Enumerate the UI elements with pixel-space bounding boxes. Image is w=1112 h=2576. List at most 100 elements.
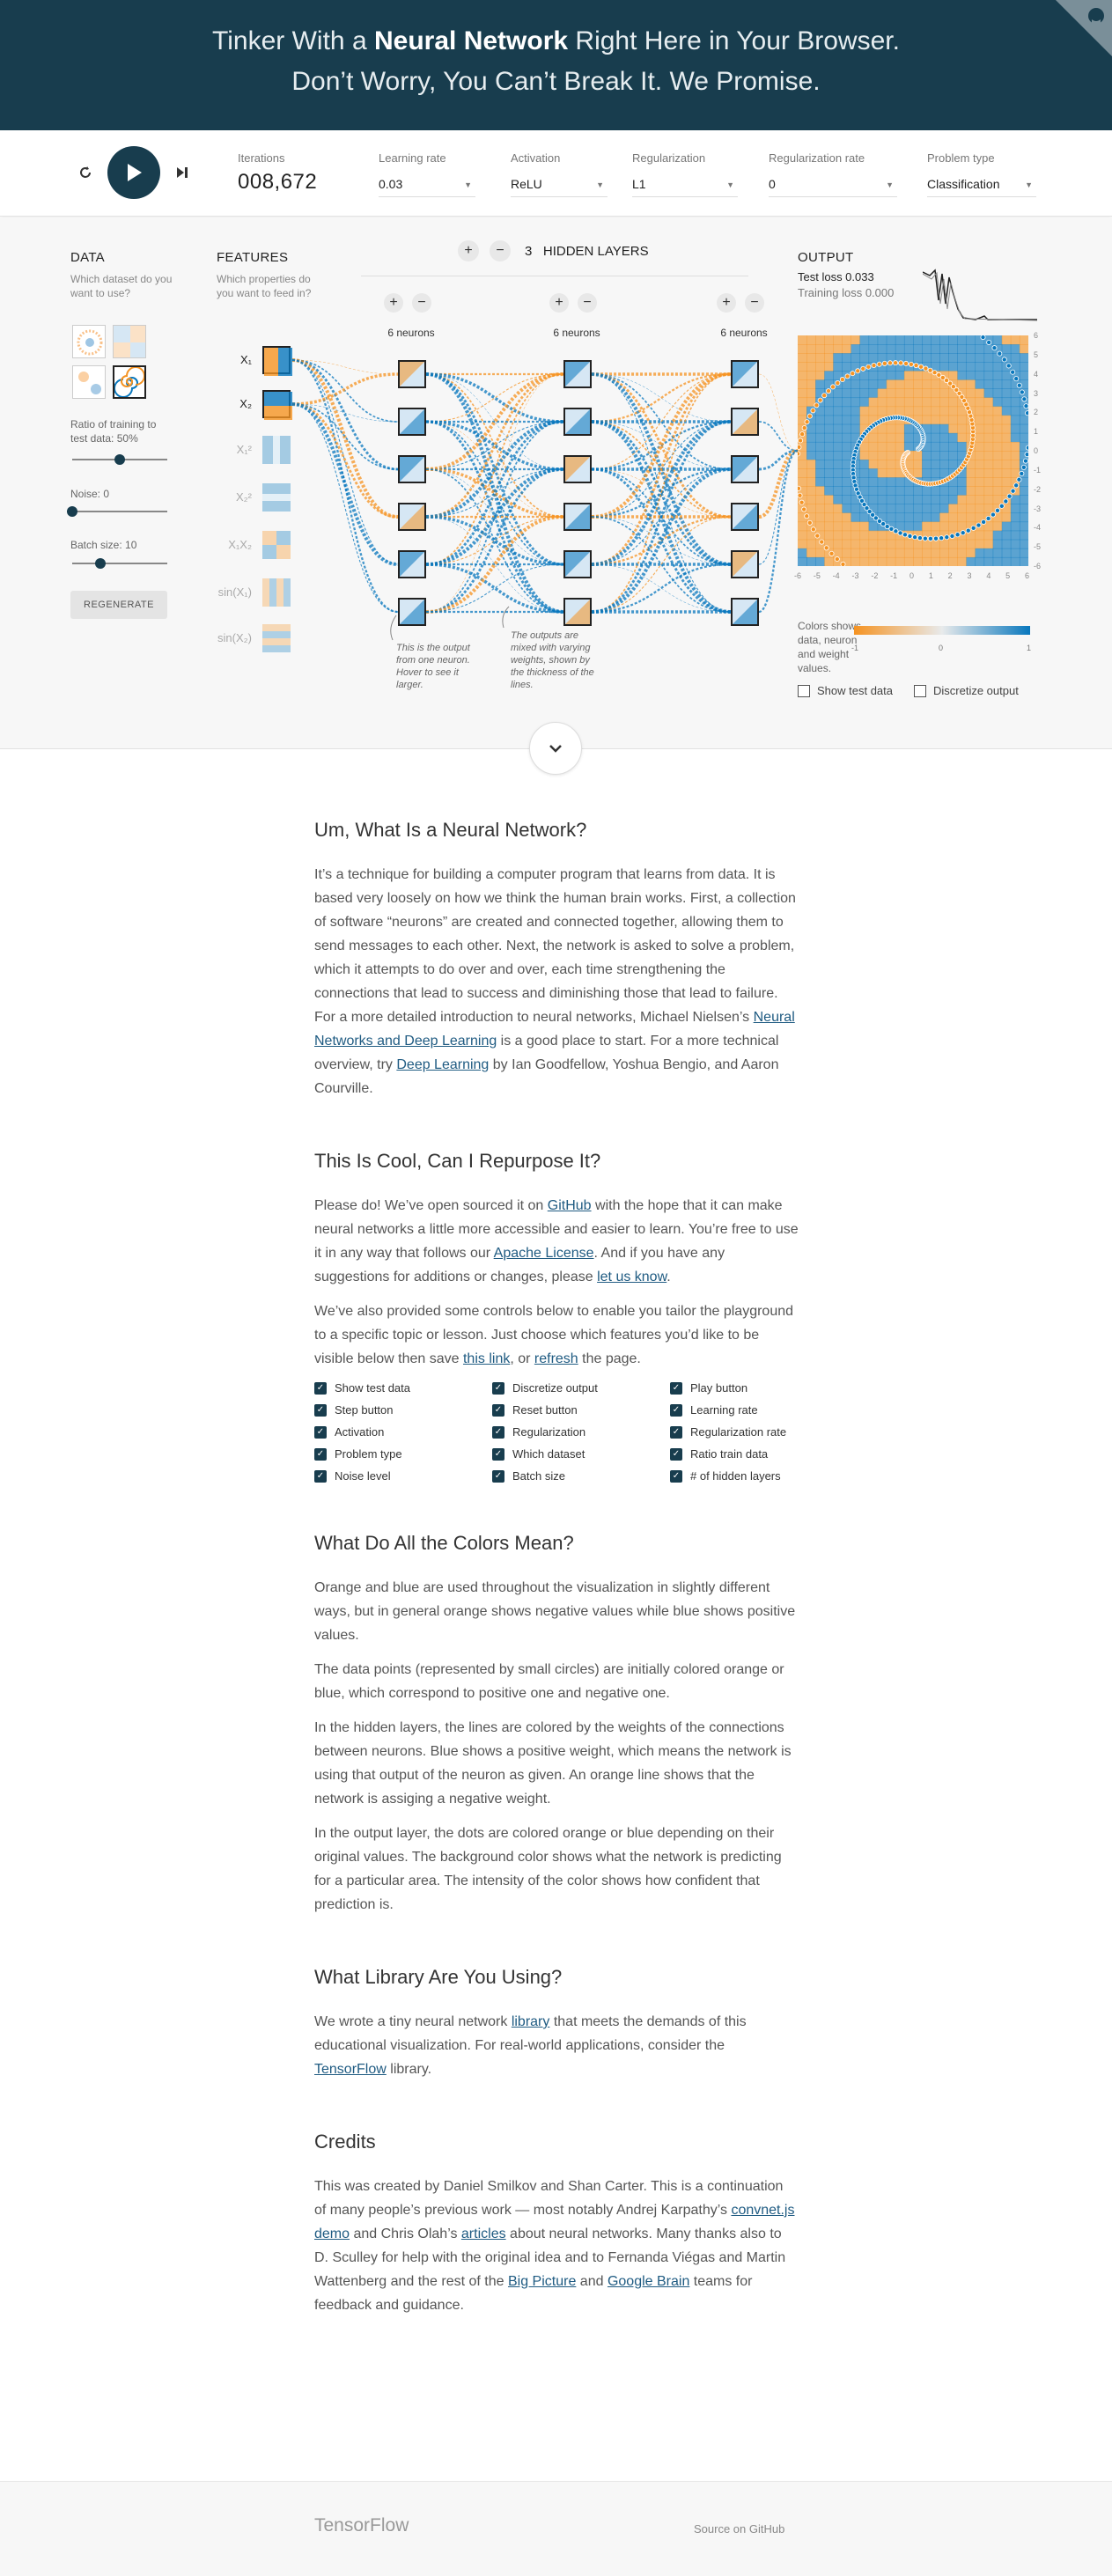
this-link[interactable]: this link xyxy=(463,1351,510,1366)
neuron[interactable] xyxy=(398,503,426,531)
neuron[interactable] xyxy=(731,550,759,578)
check-icon[interactable]: ✓ xyxy=(492,1403,504,1417)
regularization-rate-select[interactable]: 0 ▼ xyxy=(769,177,897,197)
let-us-know-link[interactable]: let us know xyxy=(597,1270,666,1284)
expand-button[interactable] xyxy=(529,722,582,775)
neuron[interactable] xyxy=(398,360,426,388)
check-icon[interactable]: ✓ xyxy=(314,1425,327,1439)
visibility-checkbox[interactable]: ✓ Regularization xyxy=(492,1425,670,1439)
neuron[interactable] xyxy=(563,360,592,388)
github-corner-icon[interactable] xyxy=(1056,0,1112,56)
heatmap-cell xyxy=(815,512,825,523)
neuron[interactable] xyxy=(731,408,759,436)
add-neuron-button[interactable]: + xyxy=(717,293,736,313)
heatmap-cell xyxy=(903,371,914,380)
play-button[interactable] xyxy=(107,146,160,199)
heatmap-cell xyxy=(895,539,905,549)
visibility-checkbox[interactable]: ✓ Activation xyxy=(314,1425,492,1439)
check-icon[interactable]: ✓ xyxy=(670,1403,682,1417)
big-picture-link[interactable]: Big Picture xyxy=(508,2274,576,2289)
visibility-checkbox[interactable]: ✓ Discretize output xyxy=(492,1381,670,1395)
neuron[interactable] xyxy=(563,455,592,483)
check-icon[interactable]: ✓ xyxy=(670,1447,682,1461)
check-icon[interactable]: ✓ xyxy=(314,1403,327,1417)
neuron[interactable] xyxy=(731,503,759,531)
google-brain-link[interactable]: Google Brain xyxy=(608,2274,689,2289)
license-link[interactable]: Apache License xyxy=(494,1246,594,1261)
reset-button[interactable] xyxy=(72,159,99,186)
neuron[interactable] xyxy=(563,408,592,436)
articles-link[interactable]: articles xyxy=(461,2226,506,2241)
visibility-checkbox[interactable]: ✓ Problem type xyxy=(314,1447,492,1461)
remove-layer-button[interactable]: − xyxy=(490,240,511,261)
visibility-checkbox[interactable]: ✓ Batch size xyxy=(492,1469,670,1483)
heatmap-cell xyxy=(966,468,976,478)
neuron[interactable] xyxy=(398,455,426,483)
neuron[interactable] xyxy=(398,408,426,436)
visibility-checkbox[interactable]: ✓ Reset button xyxy=(492,1403,670,1417)
check-icon[interactable]: ✓ xyxy=(314,1447,327,1461)
heatmap-cell xyxy=(975,468,985,478)
heatmap-cell xyxy=(806,335,816,345)
regularization-select[interactable]: L1 ▼ xyxy=(632,177,738,197)
deep-learning-link[interactable]: Deep Learning xyxy=(396,1057,489,1072)
check-icon[interactable]: ✓ xyxy=(670,1381,682,1395)
discretize-output-checkbox[interactable]: Discretize output xyxy=(914,684,1019,697)
check-icon[interactable]: ✓ xyxy=(314,1381,327,1395)
neuron[interactable] xyxy=(563,503,592,531)
show-test-data-checkbox[interactable]: Show test data xyxy=(798,684,893,697)
remove-neuron-button[interactable]: − xyxy=(578,293,597,313)
reset-icon xyxy=(80,166,91,178)
visibility-checkbox[interactable]: ✓ Step button xyxy=(314,1403,492,1417)
neuron[interactable] xyxy=(398,550,426,578)
visibility-checkbox[interactable]: ✓ Show test data xyxy=(314,1381,492,1395)
problem-type-select[interactable]: Classification ▼ xyxy=(927,177,1036,197)
add-layer-button[interactable]: + xyxy=(458,240,479,261)
neuron[interactable] xyxy=(563,550,592,578)
data-point xyxy=(898,360,904,366)
remove-neuron-button[interactable]: − xyxy=(412,293,431,313)
visibility-checkbox[interactable]: ✓ Play button xyxy=(670,1381,799,1395)
github-link[interactable]: GitHub xyxy=(548,1198,592,1213)
check-icon[interactable]: ✓ xyxy=(492,1447,504,1461)
add-neuron-button[interactable]: + xyxy=(384,293,403,313)
heatmap-cell xyxy=(833,451,843,460)
heatmap-cell xyxy=(868,441,879,452)
source-link[interactable]: Source on GitHub xyxy=(694,2522,784,2536)
visibility-checkbox[interactable]: ✓ Regularization rate xyxy=(670,1425,799,1439)
activation-select[interactable]: ReLU ▼ xyxy=(511,177,608,197)
check-icon[interactable]: ✓ xyxy=(492,1425,504,1439)
refresh-link[interactable]: refresh xyxy=(534,1351,578,1366)
visibility-checkbox[interactable]: ✓ # of hidden layers xyxy=(670,1469,799,1483)
heatmap-cell xyxy=(877,504,887,514)
neuron-thumbnail xyxy=(733,504,757,529)
heatmap-cell xyxy=(939,521,949,532)
checkbox-box[interactable] xyxy=(914,684,926,697)
visibility-checkbox[interactable]: ✓ Noise level xyxy=(314,1469,492,1483)
visibility-checkbox[interactable]: ✓ Learning rate xyxy=(670,1403,799,1417)
tensorflow-link[interactable]: TensorFlow xyxy=(314,2062,387,2077)
footer-brand[interactable]: TensorFlow xyxy=(314,2515,409,2536)
check-icon[interactable]: ✓ xyxy=(492,1381,504,1395)
visibility-checkbox[interactable]: ✓ Ratio train data xyxy=(670,1447,799,1461)
neuron[interactable] xyxy=(563,598,592,626)
neuron[interactable] xyxy=(731,598,759,626)
remove-neuron-button[interactable]: − xyxy=(745,293,764,313)
heatmap-cell xyxy=(948,512,958,523)
checkbox-box[interactable] xyxy=(798,684,810,697)
section-paragraph: In the hidden layers, the lines are colo… xyxy=(314,1720,792,1807)
add-neuron-button[interactable]: + xyxy=(549,293,569,313)
learning-rate-select[interactable]: 0.03 ▼ xyxy=(379,177,475,197)
visibility-checkbox[interactable]: ✓ Which dataset xyxy=(492,1447,670,1461)
heatmap-cell xyxy=(966,486,976,496)
site-header: Tinker With a Neural Network Right Here … xyxy=(0,0,1112,130)
check-icon[interactable]: ✓ xyxy=(670,1425,682,1439)
check-icon[interactable]: ✓ xyxy=(314,1469,327,1483)
check-icon[interactable]: ✓ xyxy=(670,1469,682,1483)
check-icon[interactable]: ✓ xyxy=(492,1469,504,1483)
heatmap-cell xyxy=(842,423,851,434)
step-button[interactable] xyxy=(169,159,195,186)
neuron[interactable] xyxy=(731,455,759,483)
library-link[interactable]: library xyxy=(512,2014,550,2029)
neuron[interactable] xyxy=(731,360,759,388)
